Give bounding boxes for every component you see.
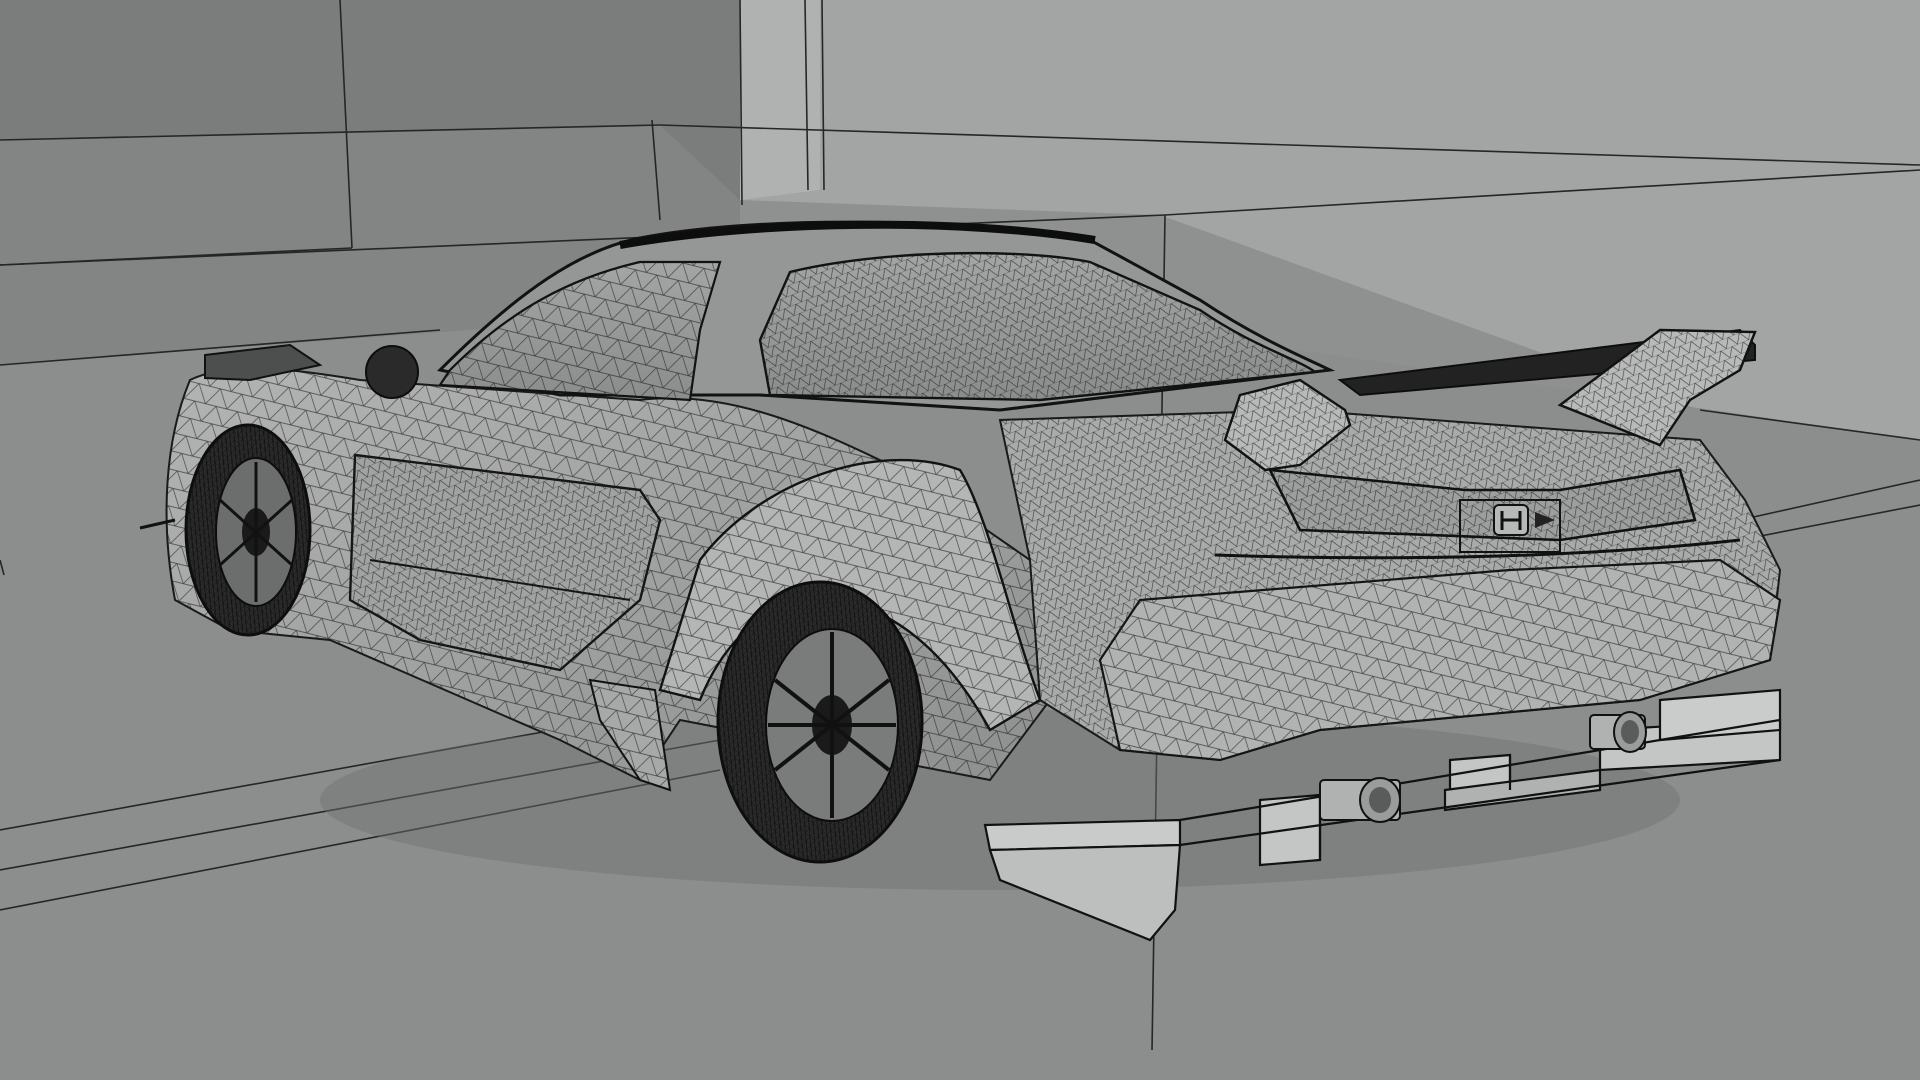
side-mirror: [365, 345, 419, 399]
rear-wheel: [716, 580, 924, 864]
front-wheel: [184, 423, 312, 637]
3d-viewport[interactable]: [0, 0, 1920, 1080]
wireframe-scene[interactable]: [0, 0, 1920, 1080]
